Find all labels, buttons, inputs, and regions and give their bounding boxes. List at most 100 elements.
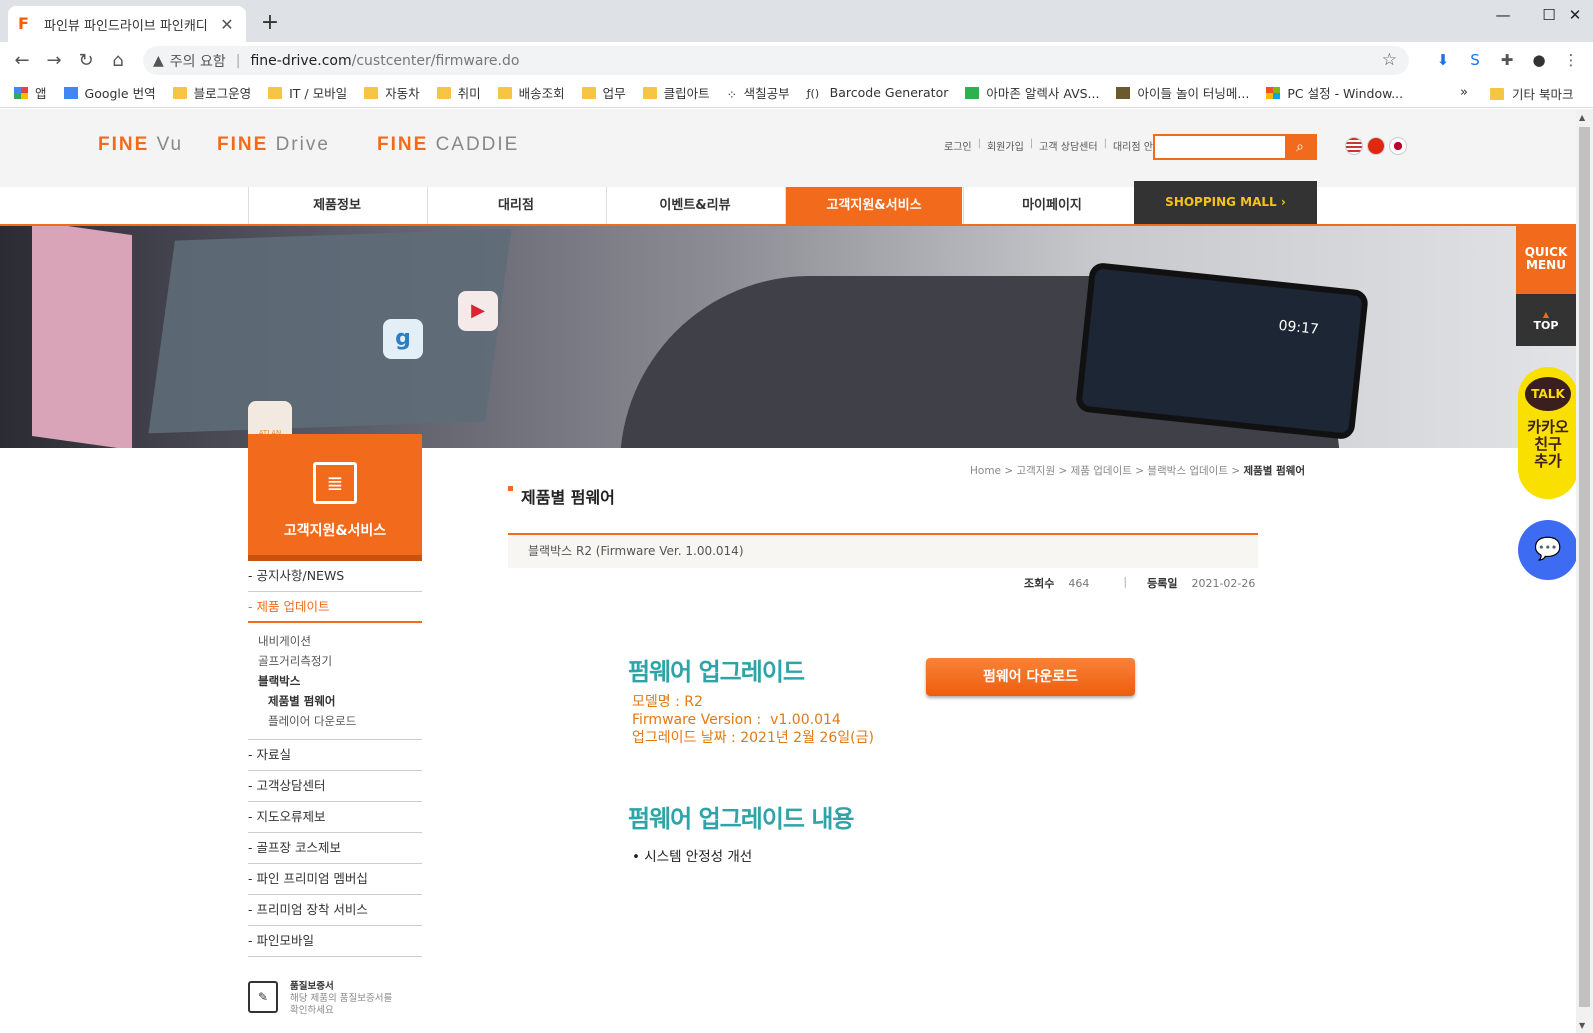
folder-icon [364, 86, 379, 99]
bookmark-folder[interactable]: 취미 [436, 83, 481, 102]
finedrive-favicon-icon: F [18, 14, 29, 33]
s-extension-icon[interactable]: S [1465, 50, 1485, 70]
sidebar-title: 고객지원&서비스 [283, 523, 387, 539]
chat-icon[interactable]: 💬 [1518, 520, 1576, 580]
address-bar[interactable]: ▲ 주의 요함 | fine-drive.com /custcenter/fir… [143, 46, 1409, 75]
breadcrumb-path: Home > 고객지원 > 제품 업데이트 > 블랙박스 업데이트 > [970, 465, 1244, 477]
utility-links: 로그인 | 회원가입 | 고객 상담센터 | 대리점 안내 [944, 138, 1162, 153]
bookmark-barcode[interactable]: ƒ() Barcode Generator [807, 85, 949, 100]
bookmark-label: PC 설정 - Window... [1287, 86, 1404, 101]
top-label: TOP [1533, 319, 1559, 332]
bookmark-windows[interactable]: PC 설정 - Window... [1266, 83, 1403, 102]
extensions-puzzle-icon[interactable]: ✚ [1497, 50, 1517, 70]
page-scrollbar[interactable]: ▲ ▼ [1576, 109, 1593, 1033]
finedrive-logo[interactable]: FINE Drive [217, 134, 330, 156]
minimize-button[interactable]: — [1480, 0, 1526, 32]
bookmark-folder[interactable]: 클립아트 [642, 83, 710, 102]
firmware-download-button[interactable]: 펌웨어 다운로드 [926, 658, 1135, 696]
nav-customer-support[interactable]: 고객지원&서비스 [785, 187, 962, 224]
shopping-mall-button[interactable]: SHOPPING MALL › [1134, 181, 1317, 224]
close-tab-icon[interactable]: ✕ [218, 15, 236, 34]
bookmark-turning[interactable]: 아이들 놀이 터닝메... [1116, 83, 1249, 102]
site-search-input[interactable]: ⌕ [1153, 134, 1317, 160]
sidebar-item-consulting[interactable]: - 고객상담센터 [248, 771, 422, 802]
close-window-button[interactable]: ✕ [1552, 0, 1593, 32]
bookmark-apps[interactable]: 앱 [14, 83, 47, 102]
browser-tab[interactable]: F 파인뷰 파인드라이브 파인캐디 ✕ [8, 6, 246, 42]
folder-icon [436, 86, 451, 99]
warning-icon[interactable]: ▲ [153, 53, 164, 69]
changes-heading: 펌웨어 업그레이드 내용 [628, 805, 855, 833]
us-flag-icon[interactable] [1345, 137, 1363, 155]
nav-products[interactable]: 제품정보 [248, 187, 425, 224]
sidebar-item-fine-mobile[interactable]: - 파인모바일 [248, 926, 422, 957]
bookmark-folder[interactable]: 업무 [581, 83, 626, 102]
sidebar-sub-navigation[interactable]: 내비게이션 [258, 631, 422, 651]
top-button[interactable]: ▲ TOP [1516, 294, 1576, 346]
certificate-desc: 해당 제품의 품질보증서를 [290, 993, 393, 1004]
logo-text: FINE [217, 134, 269, 155]
google-translate-icon [63, 86, 78, 99]
finevu-logo[interactable]: FINE Vu [98, 134, 183, 156]
customer-center-link[interactable]: 고객 상담센터 [1039, 138, 1097, 153]
sidebar-item-membership[interactable]: - 파인 프리미엄 멤버십 [248, 864, 422, 895]
scroll-up-icon[interactable]: ▲ [1579, 113, 1585, 122]
home-icon[interactable]: ⌂ [105, 48, 131, 74]
login-link[interactable]: 로그인 [944, 138, 972, 153]
sidebar-item-archive[interactable]: - 자료실 [248, 740, 422, 771]
bookmark-alexa[interactable]: 아마존 알렉사 AVS... [965, 83, 1099, 102]
bookmark-coloring[interactable]: ⁘ 색칠공부 [727, 83, 790, 102]
upgrade-date: 업그레이드 날짜 : 2021년 2월 26일(금) [632, 730, 874, 746]
sidebar-item-product-update[interactable]: - 제품 업데이트 [248, 592, 422, 623]
logo-text: Vu [156, 134, 184, 155]
bookmarks-overflow-icon[interactable]: » [1460, 85, 1468, 100]
bookmark-star-icon[interactable]: ☆ [1382, 50, 1397, 70]
banner-phone: 09:17 [1074, 261, 1370, 441]
scroll-down-icon[interactable]: ▼ [1579, 1021, 1585, 1030]
new-tab-button[interactable]: + [258, 11, 282, 35]
china-flag-icon[interactable] [1367, 137, 1385, 155]
nav-dealers[interactable]: 대리점 [427, 187, 604, 224]
quick-label: MENU [1526, 258, 1566, 272]
reload-icon[interactable]: ↻ [73, 48, 99, 74]
download-extension-icon[interactable]: ⬇ [1433, 50, 1453, 70]
forward-icon[interactable]: → [41, 48, 67, 74]
firmware-version: Firmware Version : v1.00.014 [632, 712, 841, 728]
bookmark-folder[interactable]: 자동차 [364, 83, 420, 102]
bookmark-folder[interactable]: 블로그운영 [172, 83, 251, 102]
sidebar-sub-blackbox[interactable]: 블랙박스 [258, 671, 422, 691]
banner-card [32, 226, 132, 448]
back-icon[interactable]: ← [9, 48, 35, 74]
nav-events-reviews[interactable]: 이벤트&리뷰 [606, 187, 783, 224]
quality-certificate-link[interactable]: ✎ 품질보증서 해당 제품의 품질보증서를 확인하세요 [248, 981, 392, 1017]
japan-flag-icon[interactable] [1389, 137, 1407, 155]
search-icon[interactable]: ⌕ [1285, 136, 1315, 158]
quick-menu-button[interactable]: QUICK MENU [1516, 224, 1576, 294]
menu-kebab-icon[interactable]: ⋮ [1561, 50, 1581, 70]
tab-strip: F 파인뷰 파인드라이브 파인캐디 ✕ + — ☐ ✕ [0, 0, 1593, 42]
scrollbar-thumb[interactable] [1579, 127, 1590, 1007]
sidebar-item-installation[interactable]: - 프리미엄 장착 서비스 [248, 895, 422, 926]
kakao-talk-button[interactable]: TALK 카카오 친구 추가 [1518, 367, 1576, 499]
bookmark-label: 색칠공부 [743, 86, 790, 101]
divider: | [977, 138, 981, 149]
folder-icon [497, 86, 512, 99]
bookmark-folder[interactable]: 배송조회 [497, 83, 565, 102]
sidebar-item-map-error[interactable]: - 지도오류제보 [248, 802, 422, 833]
sidebar-sub-player-download[interactable]: 플레이어 다운로드 [258, 711, 422, 731]
nav-mypage[interactable]: 마이페이지 [963, 187, 1140, 224]
bookmark-label: 앱 [35, 86, 47, 101]
sidebar-menu: - 공지사항/NEWS - 제품 업데이트 내비게이션 골프거리측정기 블랙박스… [248, 561, 422, 957]
sidebar-item-golf-course[interactable]: - 골프장 코스제보 [248, 833, 422, 864]
signup-link[interactable]: 회원가입 [987, 138, 1024, 153]
profile-avatar-icon[interactable]: ● [1529, 50, 1549, 70]
address-separator: | [235, 52, 241, 69]
bookmark-google-translate[interactable]: Google 번역 [63, 83, 156, 102]
sidebar-sub-firmware[interactable]: 제품별 펌웨어 [258, 691, 422, 711]
bookmark-folder[interactable]: IT / 모바일 [268, 83, 347, 102]
url-path: /custcenter/firmware.do [351, 52, 520, 69]
other-bookmarks[interactable]: 기타 북마크 [1490, 84, 1573, 103]
finecaddie-logo[interactable]: FINE CADDIE [377, 134, 519, 156]
sidebar-sub-golf-rangefinder[interactable]: 골프거리측정기 [258, 651, 422, 671]
sidebar-item-notice[interactable]: - 공지사항/NEWS [248, 561, 422, 592]
